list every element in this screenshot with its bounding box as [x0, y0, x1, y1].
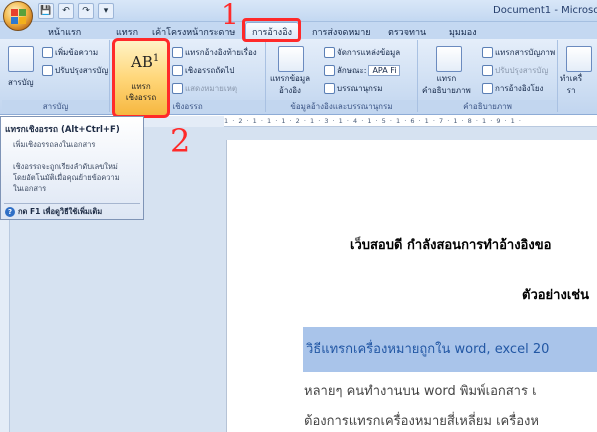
captions-group-label: คำอธิบายภาพ [418, 100, 557, 112]
update-icon [42, 65, 53, 76]
toc-icon [8, 46, 34, 72]
footnote-ab-icon: AB1 [131, 53, 160, 71]
tab-review[interactable]: ตรวจทาน [388, 25, 426, 39]
tab-view[interactable]: มุมมอง [449, 25, 477, 39]
tooltip-detail: เชิงอรรถจะถูกเรียงลำดับเลขใหม่ [13, 162, 118, 171]
redo-icon[interactable]: ↷ [78, 3, 94, 19]
horizontal-ruler[interactable]: 1 · 2 · 1 · 1 · 1 · 2 · 1 · 3 · 1 · 4 · … [224, 116, 597, 127]
update-toc-button[interactable]: ปรับปรุงสารบัญ [42, 64, 108, 77]
window-title: Document1 - Microsoft [493, 5, 597, 16]
tooltip-title: แทรกเชิงอรรถ (Alt+Ctrl+F) [5, 125, 120, 135]
captions-group: แทรก คำอธิบายภาพ แทรกสารบัญภาพ ปรับปรุงสา… [418, 40, 558, 112]
mark-entry-icon [566, 46, 592, 72]
insert-caption-icon [436, 46, 462, 72]
tab-mailings[interactable]: การส่งจดหมาย [312, 25, 371, 39]
tooltip-help: ? กด F1 เพื่อดูวิธีใช้เพิ่มเติม [5, 206, 102, 218]
update-figures-table-button[interactable]: ปรับปรุงสารบัญ [482, 64, 548, 77]
endnote-icon [172, 47, 183, 58]
add-text-button[interactable]: เพิ่มข้อความ [42, 46, 98, 59]
citations-group-label: ข้อมูลอ้างอิงและบรรณานุกรม [266, 100, 417, 112]
update-icon [482, 65, 493, 76]
step-1-annotation: 1 [221, 0, 239, 31]
add-text-icon [42, 47, 53, 58]
tab-insert[interactable]: แทรก [116, 25, 138, 39]
mark-entry-button[interactable]: ทำเครื่ รา [560, 74, 582, 96]
citations-group: แทรกข้อมูล อ้างอิง จัดการแหล่งข้อมูล ลักษ… [266, 40, 418, 112]
tooltip-divider [4, 203, 140, 204]
footnote-tooltip: แทรกเชิงอรรถ (Alt+Ctrl+F) เพิ่มเชิงอรรถล… [0, 116, 144, 220]
tooltip-detail: ในเอกสาร [13, 184, 47, 193]
vertical-ruler[interactable] [0, 220, 10, 432]
doc-heading: เว็บสอบดี กำลังสอนการทำอ้างอิงขอ [350, 238, 552, 253]
index-group: ทำเครื่ รา [558, 40, 597, 112]
tab-home[interactable]: หน้าแรก [48, 25, 81, 39]
toc-group-label: สารบัญ [2, 100, 109, 112]
cross-reference-icon [482, 83, 493, 94]
office-button[interactable] [3, 1, 33, 31]
manage-sources-icon [324, 47, 335, 58]
manage-sources-button[interactable]: จัดการแหล่งข้อมูล [324, 46, 400, 59]
show-notes-button[interactable]: แสดงหมายเหตุ [172, 82, 237, 95]
references-tab-highlight [242, 18, 301, 42]
selected-text: วิธีแทรกเครื่องหมายถูกใน word, excel 20 [306, 342, 550, 357]
cross-reference-button[interactable]: การอ้างอิงโยง [482, 82, 543, 95]
bibliography-icon [324, 83, 335, 94]
quick-access-toolbar: 💾 ↶ ↷ ▾ [38, 3, 114, 19]
step-2-annotation: 2 [170, 122, 191, 160]
tooltip-detail: โดยอัตโนมัติเมื่อคุณย้ายข้อความ [13, 173, 120, 182]
insert-citation-button[interactable]: แทรกข้อมูล อ้างอิง [270, 74, 310, 96]
insert-footnote-button[interactable]: AB1 แทรก เชิงอรรถ [112, 38, 170, 118]
next-footnote-button[interactable]: เชิงอรรถถัดไป [172, 64, 234, 77]
save-icon[interactable]: 💾 [38, 3, 54, 19]
undo-icon[interactable]: ↶ [58, 3, 74, 19]
doc-subheading: ตัวอย่างเช่น [522, 288, 589, 303]
table-of-figures-icon [482, 47, 493, 58]
ribbon: สารบัญ เพิ่มข้อความ ปรับปรุงสารบัญ สารบั… [0, 39, 597, 115]
style-icon [324, 65, 335, 76]
next-footnote-icon [172, 65, 183, 76]
show-notes-icon [172, 83, 183, 94]
toc-button[interactable]: สารบัญ [8, 76, 34, 89]
tooltip-description: เพิ่มเชิงอรรถลงในเอกสาร [13, 140, 96, 149]
insert-caption-button[interactable]: แทรก คำอธิบายภาพ [422, 74, 471, 96]
insert-footnote-label: แทรก เชิงอรรถ [125, 82, 157, 102]
customize-qat-icon[interactable]: ▾ [98, 3, 114, 19]
office-logo-icon [11, 9, 26, 24]
style-selector[interactable]: ลักษณะ: APA Fi [324, 64, 401, 77]
toc-group: สารบัญ เพิ่มข้อความ ปรับปรุงสารบัญ สารบั… [2, 40, 110, 112]
help-icon: ? [5, 207, 15, 217]
insert-endnote-button[interactable]: แทรกอ้างอิงท้ายเรื่อง [172, 46, 257, 59]
insert-citation-icon [278, 46, 304, 72]
doc-paragraph: ต้องการแทรกเครื่องหมายสี่เหลี่ยม เครื่อง… [304, 414, 539, 429]
bibliography-button[interactable]: บรรณานุกรม [324, 82, 382, 95]
ruler-ticks: 1 · 2 · 1 · 1 · 1 · 2 · 1 · 3 · 1 · 4 · … [224, 117, 522, 125]
insert-table-of-figures-button[interactable]: แทรกสารบัญภาพ [482, 46, 555, 59]
doc-paragraph: หลายๆ คนทำงานบน word พิมพ์เอกสาร เ [304, 384, 537, 399]
style-dropdown[interactable]: APA Fi [368, 65, 401, 76]
